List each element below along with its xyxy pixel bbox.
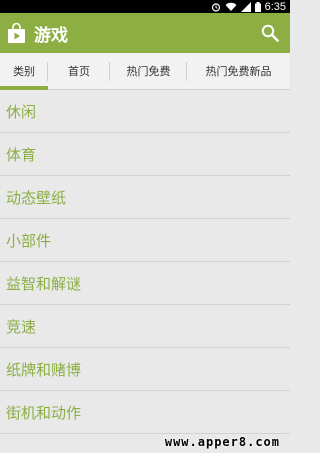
tab-home[interactable]: 首页	[48, 53, 110, 89]
category-list: 休闲 体育 动态壁纸 小部件 益智和解谜 竞速 纸牌和赌博 街机和动作	[0, 90, 290, 434]
category-item-racing[interactable]: 竞速	[0, 305, 290, 348]
tab-categories[interactable]: 类别	[0, 53, 48, 90]
tab-top-new-free[interactable]: 热门免费新品	[187, 53, 290, 89]
tab-label: 类别	[13, 65, 35, 78]
tab-label: 首页	[68, 65, 90, 78]
watermark: www.apper8.com	[164, 435, 280, 449]
category-item-casual[interactable]: 休闲	[0, 90, 290, 133]
category-item-sports[interactable]: 体育	[0, 133, 290, 176]
signal-icon	[240, 1, 251, 12]
category-item-live-wallpaper[interactable]: 动态壁纸	[0, 176, 290, 219]
status-bar: 6:35	[0, 0, 290, 13]
alarm-icon	[211, 2, 221, 12]
category-item-brain-puzzle[interactable]: 益智和解谜	[0, 262, 290, 305]
action-bar: 游戏	[0, 13, 290, 53]
category-item-arcade-action[interactable]: 街机和动作	[0, 391, 290, 434]
active-tab-indicator	[0, 86, 48, 90]
page-title: 游戏	[34, 25, 68, 46]
search-icon[interactable]	[258, 21, 282, 45]
tab-label: 热门免费	[126, 65, 171, 78]
shopping-bag-icon[interactable]	[6, 22, 26, 44]
tab-top-free[interactable]: 热门免费	[110, 53, 187, 89]
status-time: 6:35	[264, 0, 286, 13]
wifi-icon	[225, 2, 237, 12]
tab-bar: 类别 首页 热门免费 热门免费新品	[0, 53, 290, 90]
tab-label: 热门免费新品	[205, 65, 272, 78]
battery-icon	[254, 1, 261, 12]
category-item-cards-casino[interactable]: 纸牌和赌博	[0, 348, 290, 391]
category-item-widgets[interactable]: 小部件	[0, 219, 290, 262]
